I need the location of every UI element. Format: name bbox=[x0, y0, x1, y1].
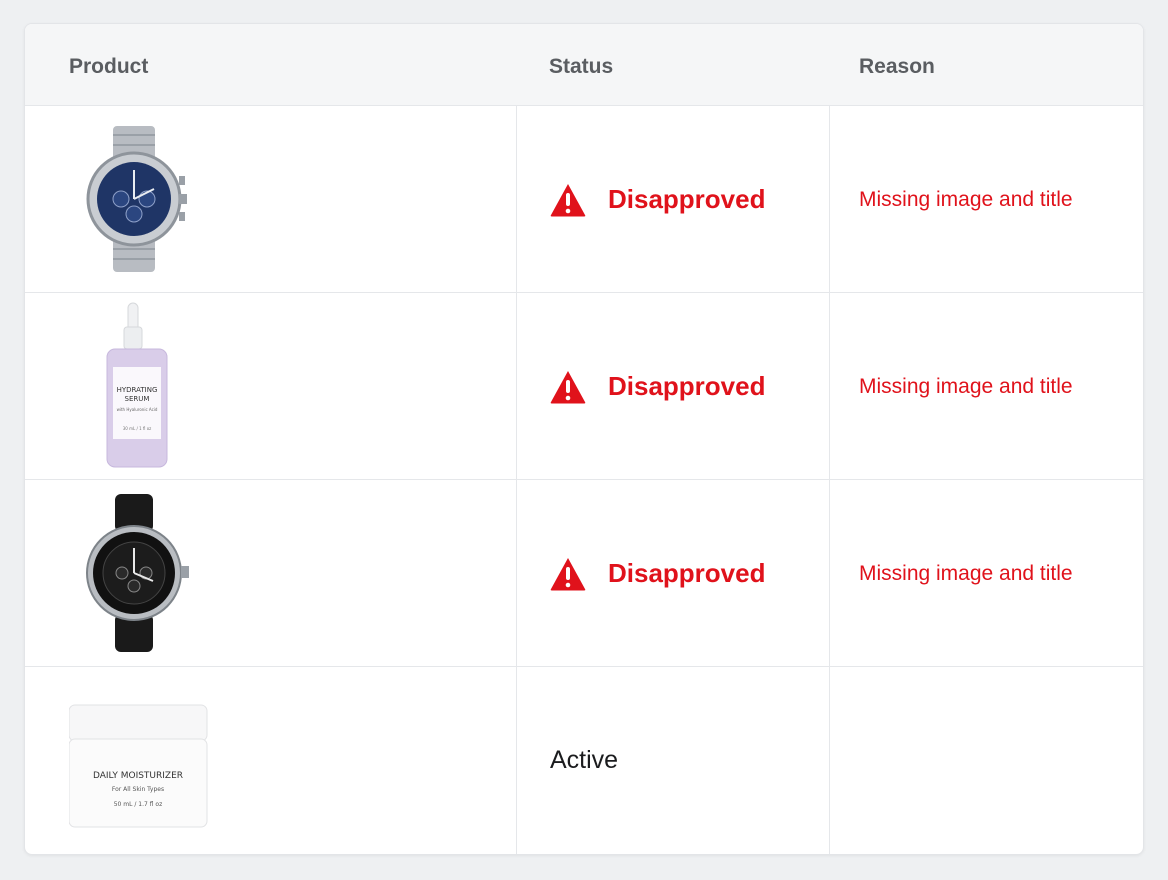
moisturizer-jar-icon: DAILY MOISTURIZER For All Skin Types 50 … bbox=[68, 704, 208, 828]
serum-label-line3: with Hyaluronic Acid bbox=[117, 407, 158, 412]
status-cell: Disapproved bbox=[550, 293, 766, 480]
product-image-dive-watch[interactable] bbox=[69, 480, 269, 667]
jar-label-line1: DAILY MOISTURIZER bbox=[93, 771, 183, 781]
status-badge: Disapproved bbox=[608, 558, 766, 588]
table-row[interactable]: HYDRATING SERUM with Hyaluronic Acid 30 … bbox=[25, 293, 1143, 480]
column-header-status[interactable]: Status bbox=[549, 24, 613, 106]
column-header-product[interactable]: Product bbox=[69, 24, 148, 106]
serum-label-line4: 30 mL / 1 fl oz bbox=[123, 426, 152, 431]
chronograph-watch-icon bbox=[86, 126, 187, 272]
table-row[interactable]: DAILY MOISTURIZER For All Skin Types 50 … bbox=[25, 667, 1143, 854]
status-cell: Disapproved bbox=[550, 106, 766, 293]
status-cell: Active bbox=[550, 667, 618, 854]
serum-label-line2: SERUM bbox=[125, 395, 150, 403]
table-header: Product Status Reason bbox=[25, 24, 1143, 106]
table-row[interactable]: Disapproved Missing image and title bbox=[25, 106, 1143, 293]
warning-icon bbox=[550, 183, 586, 216]
status-badge: Active bbox=[550, 746, 619, 774]
jar-label-line2: For All Skin Types bbox=[112, 786, 164, 793]
column-header-reason[interactable]: Reason bbox=[859, 24, 935, 106]
product-image-moisturizer[interactable]: DAILY MOISTURIZER For All Skin Types 50 … bbox=[68, 667, 269, 854]
serum-label-line1: HYDRATING bbox=[117, 386, 158, 394]
status-badge: Disapproved bbox=[608, 184, 766, 214]
product-image-watch[interactable] bbox=[69, 106, 269, 293]
jar-label-line3: 50 mL / 1.7 fl oz bbox=[114, 801, 163, 808]
product-image-serum[interactable]: HYDRATING SERUM with Hyaluronic Acid 30 … bbox=[69, 293, 269, 480]
status-cell: Disapproved bbox=[550, 480, 766, 667]
warning-icon bbox=[550, 370, 586, 403]
status-badge: Disapproved bbox=[608, 371, 766, 401]
warning-icon bbox=[550, 557, 586, 590]
serum-bottle-icon: HYDRATING SERUM with Hyaluronic Acid 30 … bbox=[106, 302, 168, 468]
reason-text: Missing image and title bbox=[859, 374, 1073, 398]
table-row[interactable]: Disapproved Missing image and title bbox=[25, 480, 1143, 667]
reason-text: Missing image and title bbox=[859, 561, 1073, 585]
product-status-table: Product Status Reason Disapproved Missin… bbox=[24, 23, 1144, 855]
dive-watch-icon bbox=[86, 494, 189, 652]
reason-text: Missing image and title bbox=[859, 187, 1073, 211]
